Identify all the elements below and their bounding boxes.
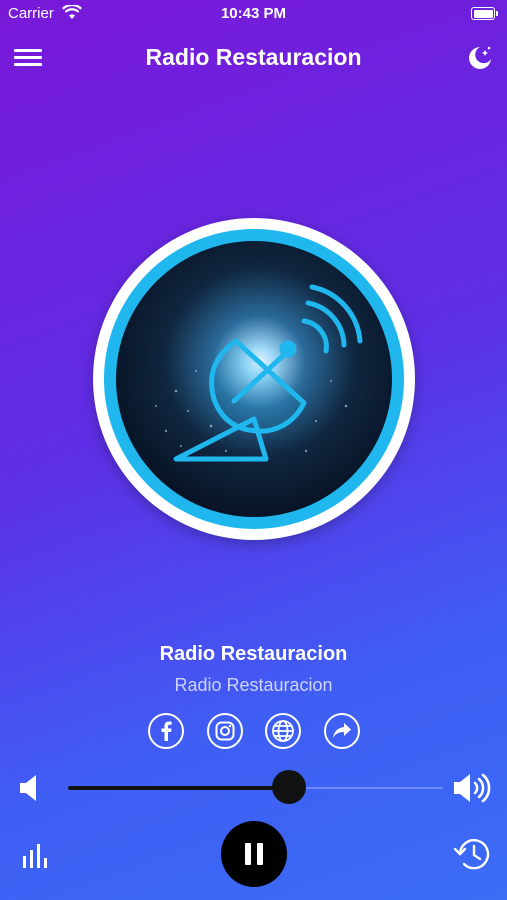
instagram-button[interactable] bbox=[207, 713, 243, 749]
station-subtitle: Radio Restauracion bbox=[174, 675, 333, 695]
moon-stars-icon bbox=[469, 46, 491, 69]
volume-thumb[interactable] bbox=[272, 770, 307, 804]
play-pause-button[interactable] bbox=[221, 821, 287, 887]
volume-up-button[interactable] bbox=[452, 771, 494, 805]
night-mode-button[interactable] bbox=[466, 44, 494, 72]
instagram-icon bbox=[215, 721, 235, 741]
status-time: 10:43 PM bbox=[220, 5, 287, 22]
website-button[interactable] bbox=[265, 713, 301, 749]
artwork-image bbox=[116, 241, 392, 517]
station-name: Radio Restauracion bbox=[159, 643, 348, 665]
speaker-loud-icon bbox=[454, 773, 491, 803]
volume-fill bbox=[68, 786, 290, 790]
share-icon bbox=[333, 723, 351, 738]
facebook-button[interactable] bbox=[148, 713, 184, 749]
pause-icon bbox=[245, 843, 251, 865]
equalizer-icon bbox=[23, 844, 47, 868]
status-bar: Carrier 10:43 PM bbox=[0, 0, 507, 28]
facebook-icon bbox=[161, 721, 172, 741]
history-icon bbox=[453, 839, 490, 870]
equalizer-button[interactable] bbox=[20, 842, 50, 870]
volume-down-button[interactable] bbox=[18, 773, 44, 803]
history-button[interactable] bbox=[452, 836, 492, 872]
share-button[interactable] bbox=[324, 713, 360, 749]
page-title: Radio Restauracion bbox=[145, 44, 362, 70]
battery-icon bbox=[471, 7, 498, 20]
globe-icon bbox=[272, 720, 294, 742]
satellite-dish-icon bbox=[155, 284, 363, 462]
speaker-icon bbox=[20, 775, 36, 801]
